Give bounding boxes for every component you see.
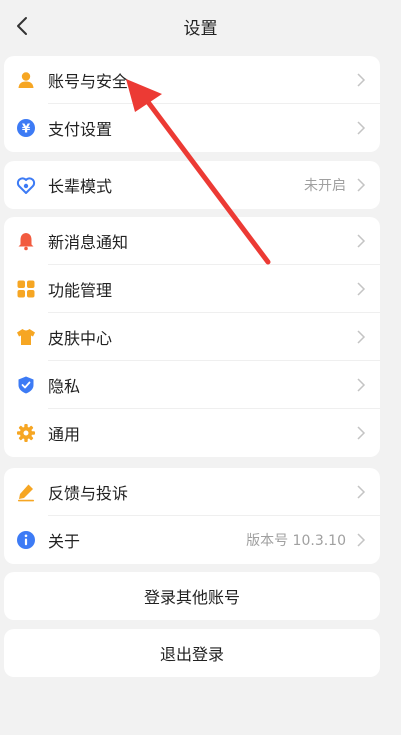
chevron-left-icon [17, 17, 27, 35]
chevron-right-icon [357, 234, 366, 248]
row-label: 关于 [48, 532, 81, 551]
svg-text:¥: ¥ [22, 122, 31, 136]
row-feature-management[interactable]: 功能管理 [4, 265, 380, 313]
chevron-right-icon [357, 533, 366, 547]
row-label: 隐私 [48, 377, 81, 396]
gear-icon [16, 423, 36, 443]
chevron-right-icon [357, 426, 366, 440]
row-feedback[interactable]: 反馈与投诉 [4, 468, 380, 516]
shirt-icon [16, 327, 36, 347]
about-group: 反馈与投诉 关于 版本号 10.3.10 [4, 468, 380, 564]
chevron-right-icon [357, 282, 366, 296]
chevron-right-icon [357, 485, 366, 499]
chevron-right-icon [357, 378, 366, 392]
version-value: 版本号 10.3.10 [246, 533, 346, 549]
row-privacy[interactable]: 隐私 [4, 361, 380, 409]
row-label: 账号与安全 [48, 72, 129, 91]
row-label: 功能管理 [48, 281, 113, 300]
row-payment-settings[interactable]: ¥ 支付设置 [4, 104, 380, 152]
heart-shield-icon [16, 175, 36, 195]
row-label: 新消息通知 [48, 233, 129, 252]
row-skin-center[interactable]: 皮肤中心 [4, 313, 380, 361]
row-label: 通用 [48, 425, 81, 444]
switch-account-card: 登录其他账号 [4, 572, 380, 620]
header: 设置 [0, 0, 401, 52]
row-notifications[interactable]: 新消息通知 [4, 217, 380, 265]
grid-icon [16, 279, 36, 299]
info-icon [16, 530, 36, 550]
yuan-icon: ¥ [16, 118, 36, 138]
row-general[interactable]: 通用 [4, 409, 380, 457]
chevron-right-icon [357, 121, 366, 135]
shield-check-icon [16, 375, 36, 395]
account-group: 账号与安全 ¥ 支付设置 [4, 56, 380, 152]
row-elder-mode[interactable]: 长辈模式 未开启 [4, 161, 380, 209]
switch-account-button[interactable]: 登录其他账号 [4, 572, 380, 620]
chevron-right-icon [357, 330, 366, 344]
logout-button[interactable]: 退出登录 [4, 629, 380, 677]
user-icon [16, 70, 36, 90]
page-title: 设置 [183, 18, 218, 39]
row-value: 未开启 [304, 178, 346, 194]
row-account-security[interactable]: 账号与安全 [4, 56, 380, 104]
chevron-right-icon [357, 73, 366, 87]
row-label: 支付设置 [48, 120, 113, 139]
pen-icon [16, 482, 36, 502]
row-label: 反馈与投诉 [48, 484, 129, 503]
logout-card: 退出登录 [4, 629, 380, 677]
bell-icon [16, 231, 36, 251]
row-about[interactable]: 关于 版本号 10.3.10 [4, 516, 380, 564]
chevron-right-icon [357, 178, 366, 192]
row-label: 长辈模式 [48, 177, 113, 196]
general-group: 新消息通知 功能管理 皮肤中心 隐私 通用 [4, 217, 380, 457]
row-label: 皮肤中心 [48, 329, 113, 348]
back-button[interactable] [8, 12, 36, 40]
elder-mode-group: 长辈模式 未开启 [4, 161, 380, 209]
